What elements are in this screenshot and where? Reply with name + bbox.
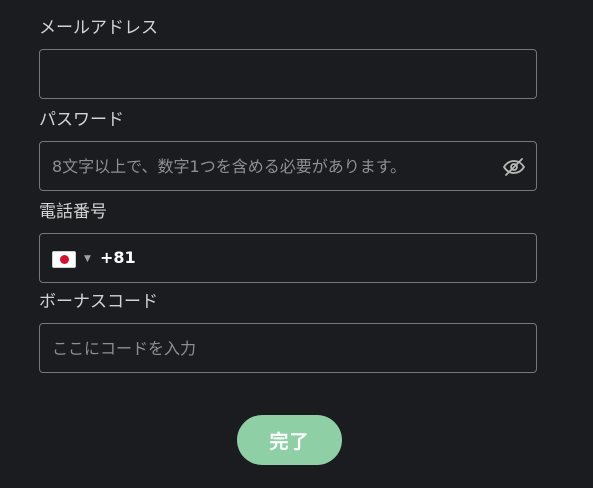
password-label: パスワード — [39, 110, 124, 130]
bonus-code-field-box — [39, 323, 537, 373]
bonus-code-input[interactable] — [40, 324, 536, 372]
email-input[interactable] — [40, 50, 536, 98]
phone-input[interactable] — [40, 234, 536, 282]
submit-button[interactable]: 完了 — [237, 415, 342, 465]
password-field-box — [39, 141, 537, 191]
email-label: メールアドレス — [39, 18, 158, 38]
phone-field-box: ▼ +81 — [39, 233, 537, 283]
signup-form: メールアドレス パスワード 電話番号 ▼ +81 ボーナスコード 完了 — [0, 0, 593, 488]
eye-off-icon[interactable] — [502, 155, 526, 179]
password-input[interactable] — [40, 142, 536, 190]
bonus-code-label: ボーナスコード — [39, 292, 158, 312]
phone-label: 電話番号 — [39, 202, 107, 222]
email-field-box — [39, 49, 537, 99]
